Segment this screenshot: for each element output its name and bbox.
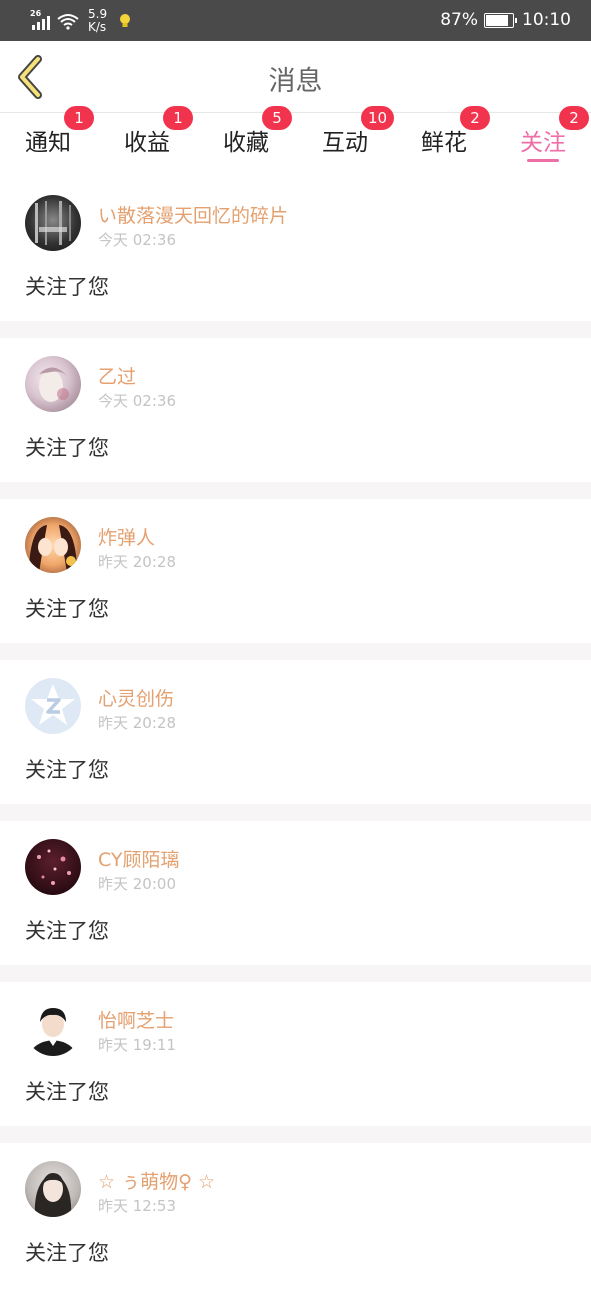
battery-level [486,14,508,26]
username[interactable]: CY顾陌璃 [98,845,180,872]
message-text: 关注了您 [25,919,109,943]
username[interactable]: 乙过 [98,362,136,389]
speed-unit: K/s [88,20,107,34]
active-tab-indicator [527,159,559,162]
divider [0,643,591,660]
tab-badge: 10 [361,106,395,130]
avatar[interactable] [25,678,81,734]
network-speed: 5.9 K/s [88,8,107,34]
avatar[interactable] [25,195,81,251]
battery-icon [484,12,517,28]
divider [0,482,591,499]
tab-favorites[interactable]: 收藏 5 [206,106,292,177]
tab-bar: 通知 1 收益 1 收藏 5 互动 10 鲜花 2 关注 2 [0,106,591,177]
tab-earnings[interactable]: 收益 1 [107,106,193,177]
list-item[interactable]: 炸弹人 昨天 20:28 关注了您 [0,499,591,660]
message-text: 关注了您 [25,758,109,782]
message-text: 关注了您 [25,275,109,299]
clock: 10:10 [522,10,571,30]
timestamp: 昨天 20:28 [98,714,176,732]
username[interactable]: 心灵创伤 [98,684,174,711]
timestamp: 昨天 12:53 [98,1197,176,1215]
page-title: 消息 [268,66,323,97]
tab-badge: 2 [559,106,589,130]
message-text: 关注了您 [25,1080,109,1104]
avatar[interactable] [25,839,81,895]
battery-percent: 87% [440,10,478,30]
lightbulb-icon [120,14,131,27]
timestamp: 今天 02:36 [98,392,176,410]
tab-badge: 2 [460,106,490,130]
avatar[interactable] [25,1000,81,1056]
tab-flowers[interactable]: 鲜花 2 [404,106,490,177]
list-item[interactable]: 乙过 今天 02:36 关注了您 [0,338,591,499]
message-list: い散落漫天回忆的碎片 今天 02:36 关注了您 乙过 今天 02:36 关注了… [0,177,591,1304]
list-item[interactable]: い散落漫天回忆的碎片 今天 02:36 关注了您 [0,177,591,338]
avatar[interactable] [25,1161,81,1217]
list-item[interactable]: 怡啊芝士 昨天 19:11 关注了您 [0,982,591,1143]
username[interactable]: 怡啊芝士 [98,1006,174,1033]
message-text: 关注了您 [25,1241,109,1265]
tab-interactions[interactable]: 互动 10 [305,106,395,177]
timestamp: 昨天 20:00 [98,875,176,893]
tab-badge: 1 [64,106,94,130]
list-item[interactable]: 心灵创伤 昨天 20:28 关注了您 [0,660,591,821]
divider [0,965,591,982]
username[interactable]: ☆ ぅ萌物♀ ☆ [98,1167,215,1194]
status-bar: 26 5.9 K/s 87% 10:10 [0,0,591,41]
tab-badge: 5 [262,106,292,130]
message-text: 关注了您 [25,597,109,621]
signal-icon: 26 [30,9,50,30]
header: 消息 [0,41,591,113]
message-text: 关注了您 [25,436,109,460]
tab-notifications[interactable]: 通知 1 [8,106,94,177]
timestamp: 昨天 19:11 [98,1036,176,1054]
divider [0,321,591,338]
divider [0,804,591,821]
tab-badge: 1 [163,106,193,130]
avatar[interactable] [25,356,81,412]
tab-follows[interactable]: 关注 2 [503,106,589,177]
timestamp: 今天 02:36 [98,231,176,249]
timestamp: 昨天 20:28 [98,553,176,571]
wifi-icon [57,14,79,30]
avatar[interactable] [25,517,81,573]
network-type: 26 [30,9,42,18]
list-item[interactable]: CY顾陌璃 昨天 20:00 关注了您 [0,821,591,982]
username[interactable]: い散落漫天回忆的碎片 [98,201,288,228]
username[interactable]: 炸弹人 [98,523,155,550]
divider [0,1126,591,1143]
